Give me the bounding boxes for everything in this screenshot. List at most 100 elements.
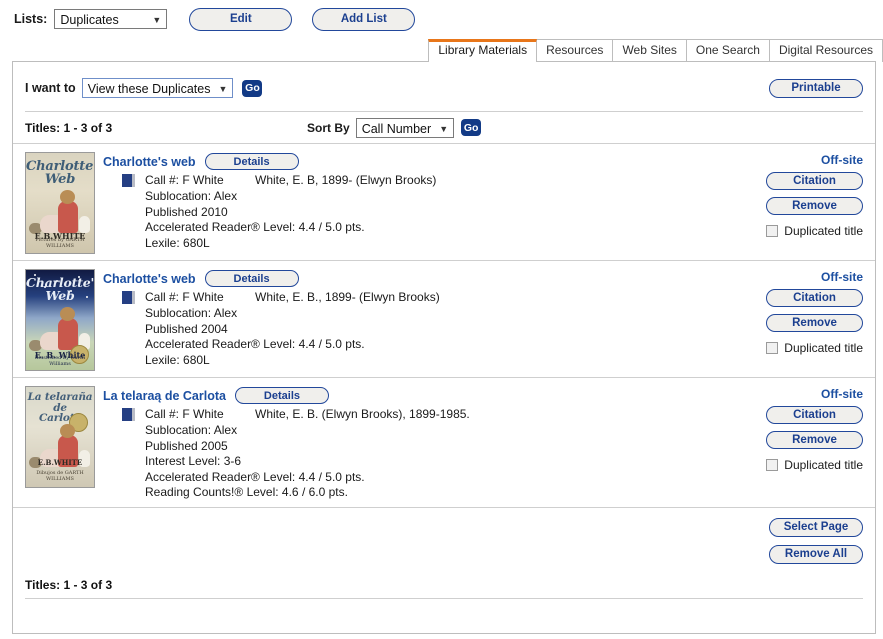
- book-cover-thumbnail[interactable]: Charlotte's Web E. B. White Illustrated …: [25, 269, 95, 371]
- action-select[interactable]: View these Duplicates ▼: [81, 78, 234, 98]
- select-page-button[interactable]: Select Page: [769, 517, 863, 537]
- record-row: Charlotte's Web E. B. White Illustrated …: [13, 260, 875, 377]
- add-list-button[interactable]: Add List: [312, 7, 416, 31]
- cover-artwork: [28, 183, 92, 235]
- meta-reading-counts: Reading Counts!® Level: 4.6 / 6.0 pts.: [145, 485, 348, 499]
- record-body: Charlotte's web Details Call #: F White …: [95, 152, 733, 254]
- tab-list: Library Materials Resources Web Sites On…: [428, 38, 883, 62]
- footer-titles-count: Titles: 1 - 3 of 3: [25, 577, 113, 592]
- girl-shape: [58, 190, 78, 233]
- citation-button[interactable]: Citation: [766, 406, 863, 424]
- details-button[interactable]: Details: [204, 270, 299, 287]
- record-body: La telaraą de Carlota Details Call #: F …: [95, 386, 733, 501]
- lists-toolbar: Lists: Duplicates ▼ Edit Add List: [0, 0, 883, 38]
- duplicated-title-checkbox[interactable]: [766, 225, 779, 237]
- tab-web-sites[interactable]: Web Sites: [612, 39, 687, 62]
- sort-by-label: Sort By: [307, 120, 350, 135]
- results-header: Titles: 1 - 3 of 3 Sort By Call Number ▼…: [13, 112, 875, 143]
- meta-published: Published 2004: [145, 321, 228, 336]
- tab-bar: Library Materials Resources Web Sites On…: [0, 38, 883, 62]
- duplicated-title-label: Duplicated title: [784, 458, 863, 472]
- meta-accelerated-reader: Accelerated Reader® Level: 4.4 / 5.0 pts…: [145, 220, 365, 234]
- chevron-down-icon: ▼: [152, 15, 162, 25]
- meta-sublocation: Sublocation: Alex: [145, 189, 238, 203]
- book-icon: [122, 174, 135, 187]
- tab-resources[interactable]: Resources: [536, 39, 614, 62]
- record-row: La telaraña de Carlota E.B.WHITE Dibujos…: [13, 377, 875, 507]
- action-select-value: View these Duplicates: [87, 82, 211, 96]
- remove-all-button[interactable]: Remove All: [769, 544, 863, 564]
- details-button[interactable]: Details: [234, 387, 329, 404]
- record-title-line: Charlotte's web Details: [103, 269, 733, 288]
- duplicate-title-row: Duplicated title: [733, 456, 863, 472]
- cover-subtext: Dibujos de GARTH WILLIAMS: [36, 470, 84, 482]
- duplicate-title-row: Duplicated title: [733, 222, 863, 238]
- cover-artwork: [28, 300, 92, 352]
- cover-title: Charlotte's Web: [26, 275, 95, 303]
- remove-button[interactable]: Remove: [766, 314, 863, 332]
- tab-digital-resources[interactable]: Digital Resources: [768, 39, 883, 62]
- tab-one-search[interactable]: One Search: [685, 39, 770, 62]
- location-status: Off-site: [821, 270, 863, 284]
- duplicate-title-row: Duplicated title: [733, 339, 863, 355]
- book-cover-thumbnail[interactable]: Charlotte's Web E.B.WHITE Pictures by GA…: [25, 152, 95, 254]
- book-icon: [122, 291, 135, 304]
- record-metadata: Sublocation: Alex Published 2004 Acceler…: [103, 306, 733, 368]
- edit-button[interactable]: Edit: [189, 7, 293, 31]
- remove-button[interactable]: Remove: [766, 197, 863, 215]
- record-call-line: Call #: F White White, E. B., 1899- (Elw…: [103, 290, 733, 304]
- record-body: Charlotte's web Details Call #: F White …: [95, 269, 733, 371]
- record-author: White, E. B, 1899- (Elwyn Brooks): [255, 173, 437, 187]
- footer-divider: [25, 597, 863, 599]
- location-status: Off-site: [821, 153, 863, 167]
- tab-library-materials[interactable]: Library Materials: [428, 39, 538, 62]
- sort-controls: Sort By Call Number ▼ Go: [307, 117, 482, 138]
- details-button[interactable]: Details: [204, 153, 299, 170]
- lists-label: Lists:: [14, 12, 48, 26]
- cover-subtext: Illustrated by Garth Williams: [34, 355, 86, 367]
- meta-published: Published 2010: [145, 204, 228, 219]
- printable-button[interactable]: Printable: [769, 78, 863, 98]
- record-metadata: Sublocation: Alex Published 2005 Interes…: [103, 423, 733, 501]
- meta-sublocation: Sublocation: Alex: [145, 423, 238, 437]
- record-actions: Off-site Citation Remove Duplicated titl…: [733, 269, 863, 371]
- duplicated-title-checkbox[interactable]: [766, 342, 779, 354]
- citation-button[interactable]: Citation: [766, 172, 863, 190]
- record-metadata: Sublocation: Alex Published 2010 Acceler…: [103, 189, 733, 251]
- duplicated-title-checkbox[interactable]: [766, 459, 779, 471]
- record-title-link[interactable]: Charlotte's web: [103, 272, 196, 286]
- sort-select-value: Call Number: [361, 121, 432, 136]
- call-number: Call #: F White: [145, 173, 224, 187]
- record-actions: Off-site Citation Remove Duplicated titl…: [733, 152, 863, 254]
- chevron-down-icon: ▼: [439, 123, 449, 134]
- action-go-button[interactable]: Go: [242, 79, 263, 97]
- meta-interest-level: Interest Level: 3-6: [145, 454, 242, 468]
- sort-go-button[interactable]: Go: [461, 119, 482, 136]
- record-author: White, E. B. (Elwyn Brooks), 1899-1985.: [255, 407, 470, 421]
- record-author: White, E. B., 1899- (Elwyn Brooks): [255, 290, 440, 304]
- record-call-line: Call #: F White White, E. B, 1899- (Elwy…: [103, 173, 733, 187]
- call-number: Call #: F White: [145, 407, 224, 421]
- meta-sublocation: Sublocation: Alex: [145, 306, 238, 320]
- lists-select[interactable]: Duplicates ▼: [54, 9, 168, 29]
- duplicated-title-label: Duplicated title: [784, 341, 863, 355]
- meta-accelerated-reader: Accelerated Reader® Level: 4.4 / 5.0 pts…: [145, 337, 365, 351]
- duplicated-title-label: Duplicated title: [784, 224, 863, 238]
- bottom-actions: Select Page Remove All: [13, 506, 875, 572]
- sort-select[interactable]: Call Number ▼: [355, 117, 455, 138]
- record-title-link[interactable]: La telaraą de Carlota: [103, 389, 226, 403]
- i-want-to-label: I want to: [25, 81, 76, 95]
- remove-button[interactable]: Remove: [766, 431, 863, 449]
- book-cover-thumbnail[interactable]: La telaraña de Carlota E.B.WHITE Dibujos…: [25, 386, 95, 488]
- book-icon: [122, 408, 135, 421]
- cover-author: E.B.WHITE: [37, 458, 83, 467]
- record-row: Charlotte's Web E.B.WHITE Pictures by GA…: [13, 143, 875, 260]
- record-title-link[interactable]: Charlotte's web: [103, 155, 196, 169]
- meta-lexile: Lexile: 680L: [145, 352, 210, 367]
- main-panel: I want to View these Duplicates ▼ Go Pri…: [12, 61, 876, 634]
- record-call-line: Call #: F White White, E. B. (Elwyn Broo…: [103, 407, 733, 421]
- location-status: Off-site: [821, 387, 863, 401]
- titles-count: Titles: 1 - 3 of 3: [25, 120, 113, 135]
- record-title-line: Charlotte's web Details: [103, 152, 733, 171]
- citation-button[interactable]: Citation: [766, 289, 863, 307]
